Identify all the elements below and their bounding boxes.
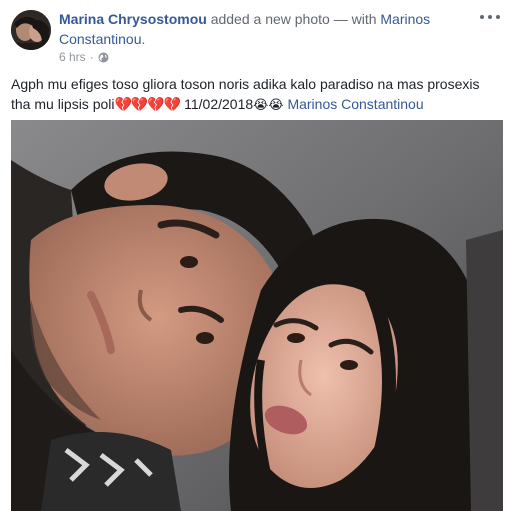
- post-body: Agph mu efiges toso gliora toson noris a…: [11, 74, 501, 115]
- author-avatar[interactable]: [11, 10, 51, 50]
- meta-separator: ·: [89, 50, 94, 64]
- with-text: — with: [333, 11, 377, 27]
- header-period: .: [141, 31, 146, 47]
- post-body-date: 11/02/2018: [184, 96, 254, 112]
- post-header: Marina Chrysostomou added a new photo — …: [59, 9, 479, 49]
- author-name-link[interactable]: Marina Chrysostomou: [59, 11, 207, 27]
- post-timestamp[interactable]: 6 hrs: [59, 50, 86, 64]
- action-text: added a new photo: [210, 11, 330, 27]
- post-photo[interactable]: [11, 120, 503, 511]
- post-meta: 6 hrs ·: [59, 50, 109, 64]
- facebook-post-card: Marina Chrysostomou added a new photo — …: [0, 0, 509, 511]
- more-options-icon[interactable]: [480, 11, 500, 23]
- post-body-tag-link[interactable]: Marinos Constantinou: [287, 96, 423, 112]
- broken-heart-emojis: 💔💔💔💔: [114, 96, 182, 112]
- crying-emojis: 😭😭: [253, 97, 284, 112]
- globe-icon[interactable]: [98, 52, 109, 63]
